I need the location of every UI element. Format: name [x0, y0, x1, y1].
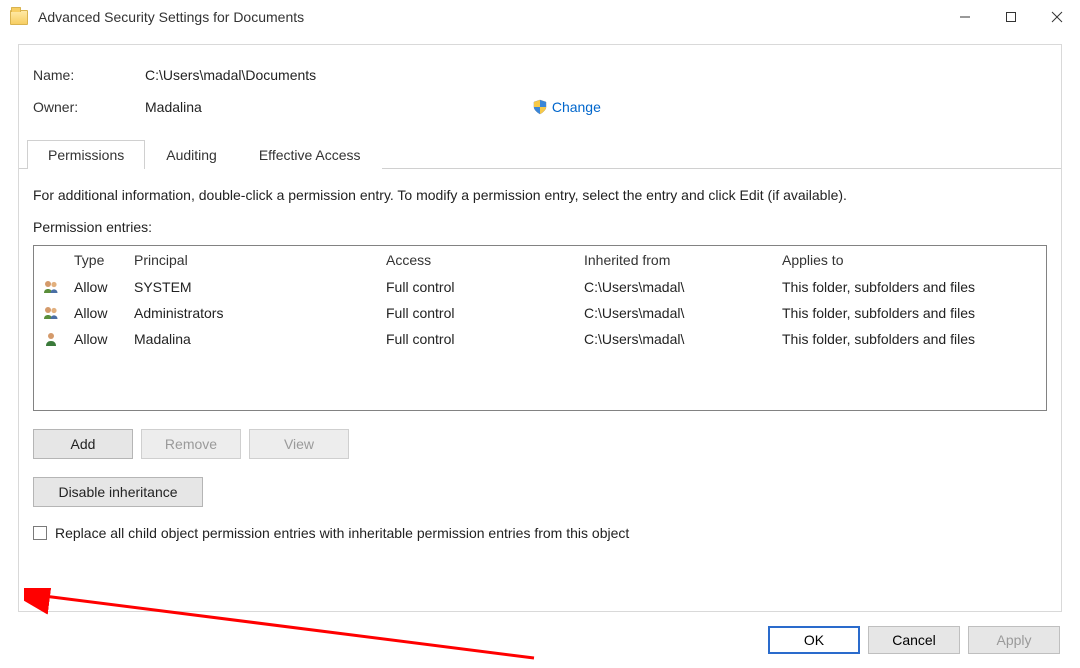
cell-principal: Madalina [128, 327, 380, 351]
view-button: View [249, 429, 349, 459]
folder-icon [10, 10, 28, 25]
cell-inherited-from: C:\Users\madal\ [578, 301, 776, 325]
close-button[interactable] [1034, 0, 1080, 34]
permission-row[interactable]: AllowSYSTEMFull controlC:\Users\madal\Th… [34, 274, 1046, 300]
tab-permissions[interactable]: Permissions [27, 140, 145, 169]
cell-access: Full control [380, 327, 578, 351]
change-owner-link[interactable]: Change [552, 99, 601, 115]
dialog-footer: OK Cancel Apply [768, 626, 1060, 654]
name-value: C:\Users\madal\Documents [145, 67, 316, 83]
ok-button[interactable]: OK [768, 626, 860, 654]
principal-icon [34, 275, 68, 299]
cell-access: Full control [380, 301, 578, 325]
owner-row: Owner: Madalina Change [19, 95, 1061, 119]
titlebar: Advanced Security Settings for Documents [0, 0, 1080, 34]
permission-row[interactable]: AllowMadalinaFull controlC:\Users\madal\… [34, 326, 1046, 352]
disable-inheritance-button[interactable]: Disable inheritance [33, 477, 203, 507]
tab-effective-access[interactable]: Effective Access [238, 140, 382, 169]
permission-entries-table: Type Principal Access Inherited from App… [33, 245, 1047, 411]
permission-table-header: Type Principal Access Inherited from App… [34, 246, 1046, 274]
cell-applies-to: This folder, subfolders and files [776, 327, 1046, 351]
window-title: Advanced Security Settings for Documents [38, 9, 304, 25]
col-applies-header[interactable]: Applies to [776, 248, 1046, 272]
cell-type: Allow [68, 301, 128, 325]
replace-children-label[interactable]: Replace all child object permission entr… [55, 525, 629, 541]
uac-shield-icon [532, 99, 548, 115]
principal-icon [34, 301, 68, 325]
col-inherited-header[interactable]: Inherited from [578, 248, 776, 272]
maximize-button[interactable] [988, 0, 1034, 34]
owner-label: Owner: [33, 99, 145, 115]
cell-inherited-from: C:\Users\madal\ [578, 327, 776, 351]
principal-icon [34, 327, 68, 351]
tab-auditing[interactable]: Auditing [145, 140, 238, 169]
col-access-header[interactable]: Access [380, 248, 578, 272]
permission-entries-heading: Permission entries: [19, 213, 1061, 241]
owner-value: Madalina [145, 99, 202, 115]
col-principal-header[interactable]: Principal [128, 248, 380, 272]
tabs: Permissions Auditing Effective Access [19, 139, 1061, 169]
remove-button: Remove [141, 429, 241, 459]
col-type-header[interactable]: Type [68, 248, 128, 272]
cell-principal: SYSTEM [128, 275, 380, 299]
cell-access: Full control [380, 275, 578, 299]
permission-row[interactable]: AllowAdministratorsFull controlC:\Users\… [34, 300, 1046, 326]
cell-type: Allow [68, 327, 128, 351]
replace-children-checkbox[interactable] [33, 526, 47, 540]
add-button[interactable]: Add [33, 429, 133, 459]
replace-children-row: Replace all child object permission entr… [19, 515, 1061, 541]
dialog-content: Name: C:\Users\madal\Documents Owner: Ma… [18, 44, 1062, 612]
inheritance-buttons: Disable inheritance [19, 467, 1061, 515]
name-label: Name: [33, 67, 145, 83]
apply-button: Apply [968, 626, 1060, 654]
permission-action-buttons: Add Remove View [19, 421, 1061, 467]
cell-applies-to: This folder, subfolders and files [776, 301, 1046, 325]
cancel-button[interactable]: Cancel [868, 626, 960, 654]
name-row: Name: C:\Users\madal\Documents [19, 63, 1061, 87]
cell-principal: Administrators [128, 301, 380, 325]
instructions-text: For additional information, double-click… [19, 169, 1061, 213]
cell-applies-to: This folder, subfolders and files [776, 275, 1046, 299]
cell-inherited-from: C:\Users\madal\ [578, 275, 776, 299]
cell-type: Allow [68, 275, 128, 299]
minimize-button[interactable] [942, 0, 988, 34]
